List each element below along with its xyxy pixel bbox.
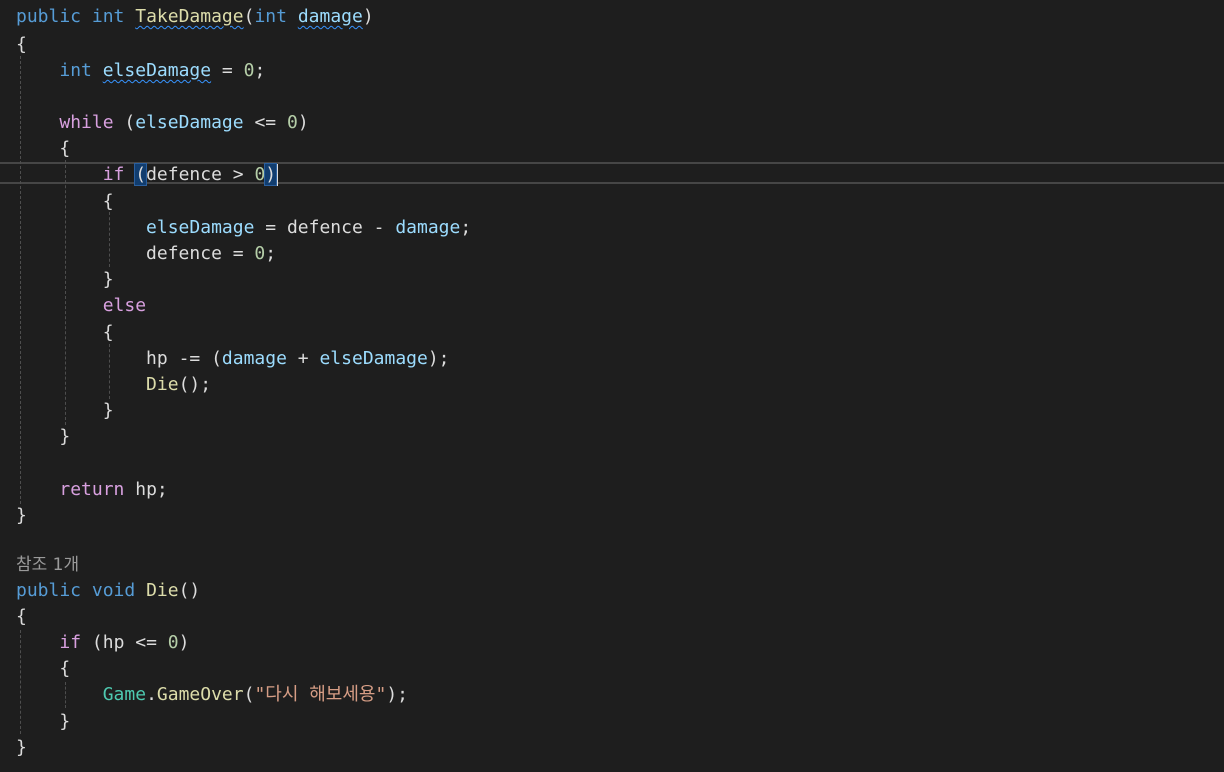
keyword-token: if [59,632,82,653]
matched-brace: ) [264,163,278,186]
method-name-token: Die [146,580,179,601]
number-token: 0 [167,632,179,653]
code-line[interactable]: return hp; [16,477,167,503]
code-line[interactable]: elseDamage = defence - damage; [16,215,471,241]
code-editor[interactable]: public int TakeDamage(int damage) { int … [0,2,1224,772]
code-line[interactable]: { [16,189,114,215]
keyword-token: else [102,295,147,316]
code-line[interactable]: defence = 0; [16,241,276,267]
code-line[interactable]: if (hp <= 0) [16,630,189,656]
keyword-token: int [254,6,287,27]
field-token: hp [146,348,168,369]
code-line[interactable]: { [16,320,114,346]
method-name-token: GameOver [156,684,244,705]
text-caret [276,164,279,186]
keyword-token: public [16,580,82,601]
code-line[interactable]: { [16,656,70,682]
code-line[interactable]: { [16,604,27,630]
string-literal-token: "다시 해보세용" [254,684,387,705]
method-name-token: Die [146,374,179,395]
parameter-token: damage [395,217,461,238]
code-line[interactable]: } [16,398,114,424]
field-token: defence [286,217,363,238]
code-line[interactable]: } [16,709,70,735]
codelens-references[interactable]: 참조 1개 [16,552,79,578]
code-line[interactable]: } [16,503,27,529]
code-line[interactable]: else [16,293,146,319]
variable-token: elseDamage [135,112,244,133]
code-line[interactable]: int elseDamage = 0; [16,58,265,84]
code-line[interactable]: } [16,267,114,293]
keyword-token: return [59,479,125,500]
code-line[interactable]: } [16,735,27,761]
number-token: 0 [243,60,255,81]
keyword-token: int [59,60,92,81]
keyword-token: void [91,580,136,601]
code-line[interactable]: { [16,136,70,162]
method-name-token: TakeDamage [135,6,244,27]
code-line[interactable]: if (defence > 0) [16,162,279,188]
code-line[interactable]: while (elseDamage <= 0) [16,110,308,136]
parameter-token: damage [221,348,287,369]
number-token: 0 [254,243,266,264]
code-line[interactable]: } [16,424,70,450]
code-line[interactable]: { [16,32,27,58]
code-line[interactable]: public void Die() [16,578,200,604]
code-line[interactable]: Game.GameOver("다시 해보세용"); [16,682,408,708]
field-token: hp [102,632,125,653]
code-line[interactable]: Die(); [16,372,211,398]
number-token: 0 [286,112,298,133]
field-token: hp [135,479,157,500]
keyword-token: public [16,6,82,27]
variable-token: elseDamage [102,60,212,81]
code-line[interactable]: public int TakeDamage(int damage) [16,4,374,30]
keyword-token: while [59,112,114,133]
variable-token: elseDamage [319,348,428,369]
keyword-token: int [91,6,125,27]
class-name-token: Game [102,684,147,705]
code-line[interactable]: hp -= (damage + elseDamage); [16,346,449,372]
field-token: defence [146,243,222,264]
matched-brace: ( [134,163,148,186]
parameter-token: damage [297,6,363,27]
variable-token: elseDamage [146,217,255,238]
keyword-token: if [102,164,125,185]
number-token: 0 [254,164,266,185]
